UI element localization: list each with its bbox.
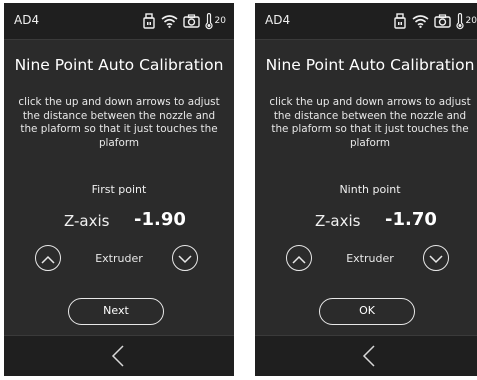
arrow-down-icon (178, 249, 192, 268)
status-bar: AD4 20 (4, 3, 234, 40)
wifi-icon (161, 14, 178, 28)
thermometer-icon (455, 12, 464, 30)
axis-row: Z-axis -1.70 (255, 209, 477, 235)
camera-icon (433, 14, 451, 28)
page-title: Nine Point Auto Calibration (14, 56, 224, 74)
camera-icon (182, 14, 200, 28)
point-label: Ninth point (339, 183, 401, 196)
axis-value: -1.70 (385, 209, 437, 230)
mode-label: Extruder (95, 252, 143, 265)
status-icons: 20 (142, 9, 226, 33)
back-arrow-icon[interactable] (109, 345, 129, 367)
calibration-screen-first-point: AD4 20 Nine Point Auto Calibration click… (4, 3, 234, 376)
temperature-value: 20 (465, 16, 477, 26)
point-label: First point (91, 183, 147, 196)
axis-label: Z-axis (315, 212, 361, 230)
navigation-bar (4, 335, 234, 376)
next-button[interactable]: Next (68, 298, 164, 325)
navigation-bar (255, 335, 477, 376)
page-title: Nine Point Auto Calibration (265, 56, 475, 74)
usb-icon (393, 13, 407, 29)
back-arrow-icon[interactable] (360, 345, 380, 367)
arrow-down-icon (429, 249, 443, 268)
device-name: AD4 (265, 13, 291, 27)
ok-button[interactable]: OK (319, 298, 415, 325)
calibration-screen-ninth-point: AD4 20 Nine Point Auto Calibration click… (255, 3, 477, 376)
status-bar: AD4 20 (255, 3, 477, 40)
device-name: AD4 (14, 13, 40, 27)
arrow-down-button[interactable] (172, 245, 198, 271)
status-icons: 20 (393, 9, 477, 33)
axis-value: -1.90 (134, 209, 186, 230)
usb-icon (142, 13, 156, 29)
temperature-value: 20 (214, 16, 226, 26)
instructions-text: click the up and down arrows to adjust t… (18, 96, 220, 149)
axis-label: Z-axis (64, 212, 110, 230)
instructions-text: click the up and down arrows to adjust t… (269, 96, 471, 149)
axis-row: Z-axis -1.90 (4, 209, 234, 235)
wifi-icon (412, 14, 429, 28)
thermometer-icon (204, 12, 213, 30)
arrow-down-button[interactable] (423, 245, 449, 271)
